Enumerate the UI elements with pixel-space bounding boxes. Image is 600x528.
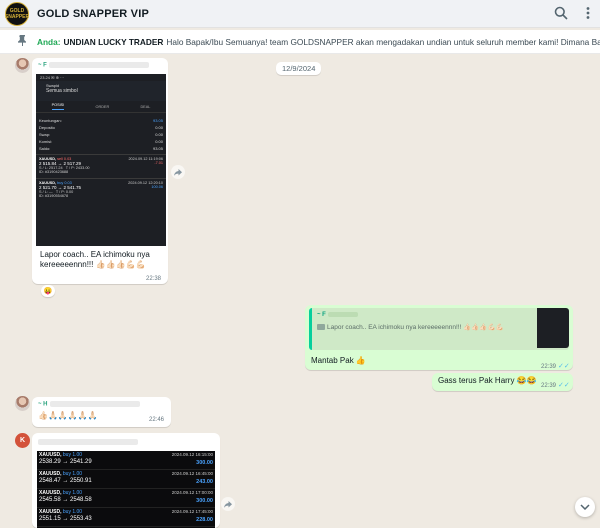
pin-icon <box>18 35 27 48</box>
forward-icon[interactable] <box>171 165 185 179</box>
forward-icon[interactable] <box>221 497 235 511</box>
pinned-author: Anda: <box>37 36 61 47</box>
summary-row: Deposito 0.00 <box>39 125 163 130</box>
quoted-text: Lapor coach.. EA ichimoku nya kereeeeenn… <box>317 323 532 331</box>
tab-order: ORDER <box>95 104 110 109</box>
sender-avatar[interactable] <box>15 58 30 73</box>
quoted-thumbnail <box>537 308 569 348</box>
header-actions <box>554 6 590 20</box>
scroll-down-button[interactable] <box>575 497 595 517</box>
sender-name[interactable]: ~ F <box>38 62 149 69</box>
trade-row: XAUUSD, buy 1.00 2024.09.12 16:15:00 253… <box>37 451 215 470</box>
screenshot-tabs: POSISI ORDER DEAL <box>36 101 166 113</box>
trade-row: XAUUSD, buy 1.00 2024.09.12 16:45:00 254… <box>37 470 215 489</box>
message-time: 22:39 ✓✓ <box>541 382 570 389</box>
search-icon[interactable] <box>554 6 568 20</box>
double-check-icon: ✓✓ <box>558 382 570 389</box>
phone-statusbar: 23.24 ✉ ⊕ ··· <box>40 75 65 80</box>
message-time: 22:38 <box>146 276 162 282</box>
message-text: Lapor coach.. EA ichimoku nya kereeeeenn… <box>40 250 150 269</box>
pinned-headline: UNDIAN LUCKY TRADER <box>63 36 164 47</box>
summary-row: Swap: 0.00 <box>39 132 163 137</box>
trade-row: XAUUSD, buy 1.00 2024.09.12 17:00:00 254… <box>37 489 215 508</box>
message-text: Gass terus Pak Harry 😂😂 <box>438 376 537 385</box>
position-row: XAUUSD, buy 0.03 2024.09.12 12:20:10 2 52… <box>36 178 166 200</box>
reaction-badge[interactable]: 😛 <box>41 285 55 297</box>
image-icon <box>317 324 325 331</box>
trade-history-image[interactable]: XAUUSD, buy 1.00 2024.09.12 16:15:00 253… <box>37 451 215 528</box>
quoted-sender: ~ F <box>317 312 358 318</box>
message-bubble-text[interactable]: ~ H 👍🏻🙏🏻🙏🏻🙏🏻🙏🏻🙏🏻 22:46 <box>32 397 171 427</box>
message-text: 👍🏻🙏🏻🙏🏻🙏🏻🙏🏻🙏🏻 <box>38 411 98 420</box>
sender-name[interactable]: ~ H <box>38 401 140 408</box>
app-subtitle: Semua simbol <box>46 88 78 94</box>
logo-text: GOLD SNAPPER <box>4 7 30 20</box>
group-avatar[interactable]: GOLD SNAPPER <box>4 1 30 26</box>
summary-row: Saldo: 93.05 <box>39 146 163 151</box>
group-title[interactable]: GOLD SNAPPER VIP <box>37 8 149 20</box>
summary-list: Keuntungan: 93.05 Deposito 0.00 Swap: 0.00 … <box>36 117 166 152</box>
message-text: Mantab Pak 👍 <box>311 356 366 365</box>
message-time: 22:46 <box>149 417 165 423</box>
tab-posisi: POSISI <box>51 103 65 110</box>
sender-name[interactable] <box>38 439 138 445</box>
app-bar: Swapid Semua simbol <box>36 81 166 101</box>
chat-header: GOLD SNAPPER GOLD SNAPPER VIP <box>0 0 600 28</box>
summary-row: Komisi: 0.00 <box>39 139 163 144</box>
message-time: 22:39 ✓✓ <box>541 363 570 370</box>
position-row: XAUUSD, sell 0.03 2024.09.12 11:19:06 2 5… <box>36 154 166 176</box>
pinned-message-banner[interactable]: Anda: UNDIAN LUCKY TRADER Halo Bapak/Ibu… <box>0 30 600 54</box>
chevron-down-icon <box>580 504 590 510</box>
date-separator: 12/9/2024 <box>276 62 322 75</box>
tab-deal: DEAL <box>140 104 151 109</box>
double-check-icon: ✓✓ <box>558 363 570 370</box>
quoted-message[interactable]: ~ F Lapor coach.. EA ichimoku nya kereee… <box>309 308 569 350</box>
pinned-text: Halo Bapak/Ibu Semuanya! team GOLDSNAPPE… <box>166 36 600 47</box>
trade-row: XAUUSD, buy 1.00 2024.09.12 17:45:00 255… <box>37 508 215 527</box>
summary-row: Keuntungan: 93.05 <box>39 118 163 123</box>
sender-avatar[interactable] <box>15 396 30 411</box>
trade-screenshot-image[interactable]: 23.24 ✉ ⊕ ··· Swapid Semua simbol POSISI… <box>36 74 166 246</box>
menu-dots-icon[interactable] <box>586 6 590 20</box>
sender-avatar[interactable]: K <box>15 433 30 448</box>
